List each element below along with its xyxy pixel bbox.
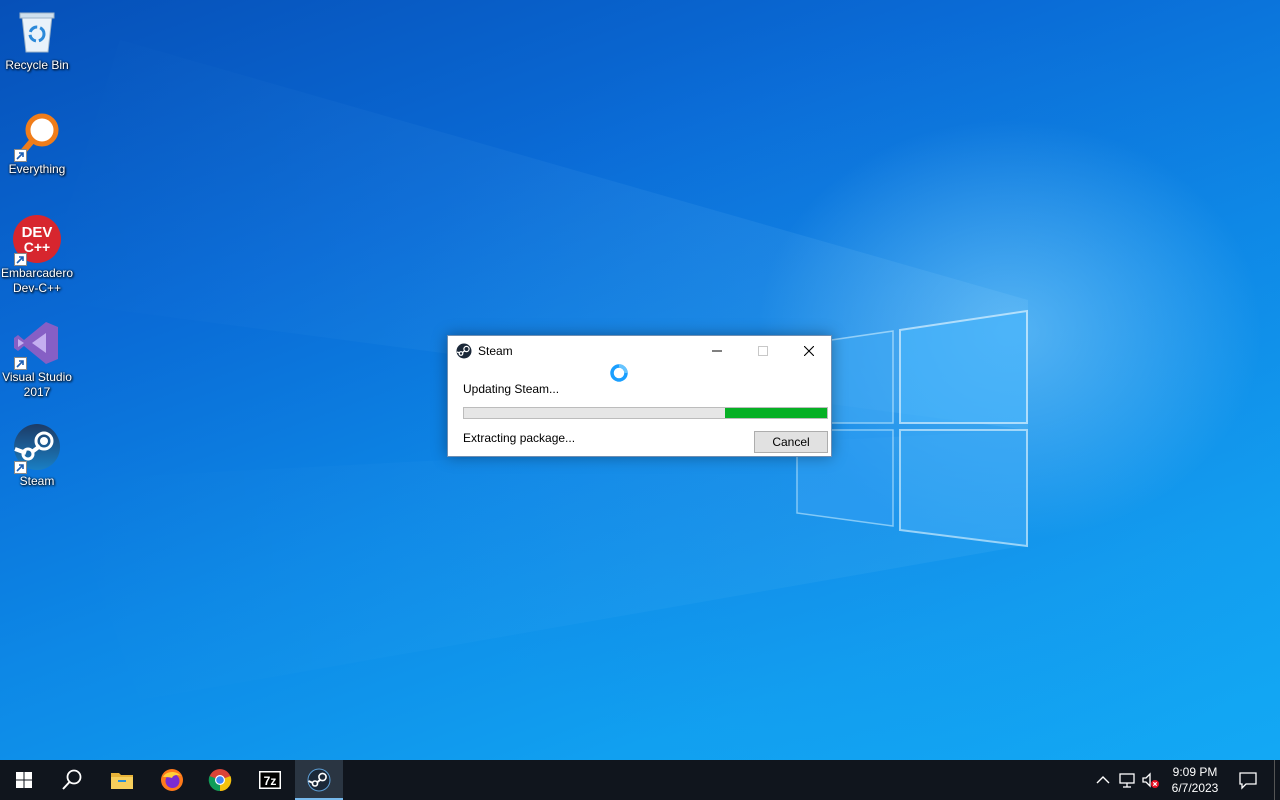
desktop-icon-label: Recycle Bin — [5, 58, 69, 72]
search-icon — [62, 769, 82, 790]
firefox-icon — [161, 769, 183, 791]
desktop-icon-visual-studio[interactable]: Visual Studio 2017 — [0, 312, 74, 400]
desktop-icon-dev-cpp[interactable]: DEV C++ Embarcadero Dev-C++ — [0, 208, 74, 296]
steam-icon — [12, 422, 62, 474]
close-icon — [804, 346, 814, 356]
shortcut-arrow-icon — [14, 461, 27, 474]
network-icon[interactable] — [1117, 770, 1137, 790]
start-icon — [16, 772, 32, 788]
desktop-icon-recycle-bin[interactable]: Recycle Bin — [0, 0, 74, 73]
shortcut-arrow-icon — [14, 253, 27, 266]
desktop[interactable]: Recycle Bin Everything DEV C++ Embarcade… — [0, 0, 1280, 760]
7zip-logo-text: 7z — [264, 774, 277, 788]
file-explorer-icon — [111, 773, 133, 789]
clock-date: 6/7/2023 — [1171, 781, 1219, 795]
action-center-button[interactable] — [1234, 760, 1262, 800]
minimize-icon — [712, 350, 722, 352]
show-desktop-button[interactable] — [1274, 760, 1280, 800]
desktop-icon-label: Everything — [8, 162, 66, 176]
cancel-button[interactable]: Cancel — [754, 431, 828, 453]
show-hidden-icons-chevron-icon[interactable] — [1093, 770, 1113, 790]
shortcut-arrow-icon — [14, 149, 27, 162]
minimize-button[interactable] — [694, 336, 740, 366]
desktop-icon-steam[interactable]: Steam — [0, 416, 74, 489]
taskbar: 7z 9:09 PM 6/7/2023 — [0, 760, 1280, 800]
taskbar-7zip[interactable]: 7z — [246, 760, 294, 800]
clock-time: 9:09 PM — [1172, 765, 1218, 779]
recycle-bin-icon — [12, 6, 62, 56]
notification-icon — [1239, 772, 1257, 790]
taskbar-clock[interactable]: 9:09 PM 6/7/2023 — [1162, 764, 1228, 796]
loading-spinner-icon — [610, 364, 628, 382]
desktop-icon-label: Steam — [19, 474, 55, 488]
chrome-icon — [208, 769, 232, 792]
desktop-icon-everything[interactable]: Everything — [0, 104, 74, 177]
taskbar-file-explorer[interactable] — [98, 760, 146, 800]
7zip-icon: 7z — [259, 771, 281, 789]
desktop-icon-label: Embarcadero Dev-C++ — [0, 266, 74, 295]
volume-muted-icon[interactable] — [1140, 770, 1160, 790]
steam-logo-icon — [456, 343, 472, 359]
dev-cpp-icon: DEV C++ — [12, 214, 62, 266]
visual-studio-icon — [12, 318, 62, 370]
dialog-title: Steam — [478, 344, 513, 358]
start-button[interactable] — [0, 760, 48, 800]
steam-update-dialog: Steam Updating Steam... Extracting packa… — [447, 335, 832, 457]
taskbar-steam[interactable] — [295, 760, 343, 800]
steam-icon — [307, 768, 331, 792]
taskbar-firefox[interactable] — [148, 760, 196, 800]
update-substatus-text: Extracting package... — [463, 431, 576, 445]
update-progress-bar — [463, 407, 828, 419]
close-button[interactable] — [786, 336, 832, 366]
shortcut-arrow-icon — [14, 357, 27, 370]
dialog-titlebar[interactable]: Steam — [448, 336, 831, 366]
taskbar-chrome[interactable] — [196, 760, 244, 800]
maximize-button — [740, 336, 786, 366]
maximize-icon — [758, 346, 768, 356]
progress-fill — [725, 408, 827, 418]
everything-search-icon — [12, 110, 62, 162]
desktop-icon-label: Visual Studio 2017 — [2, 370, 72, 399]
search-button[interactable] — [48, 760, 96, 800]
cpp-logo-text: C++ — [24, 239, 50, 255]
update-status-text: Updating Steam... — [463, 382, 560, 396]
